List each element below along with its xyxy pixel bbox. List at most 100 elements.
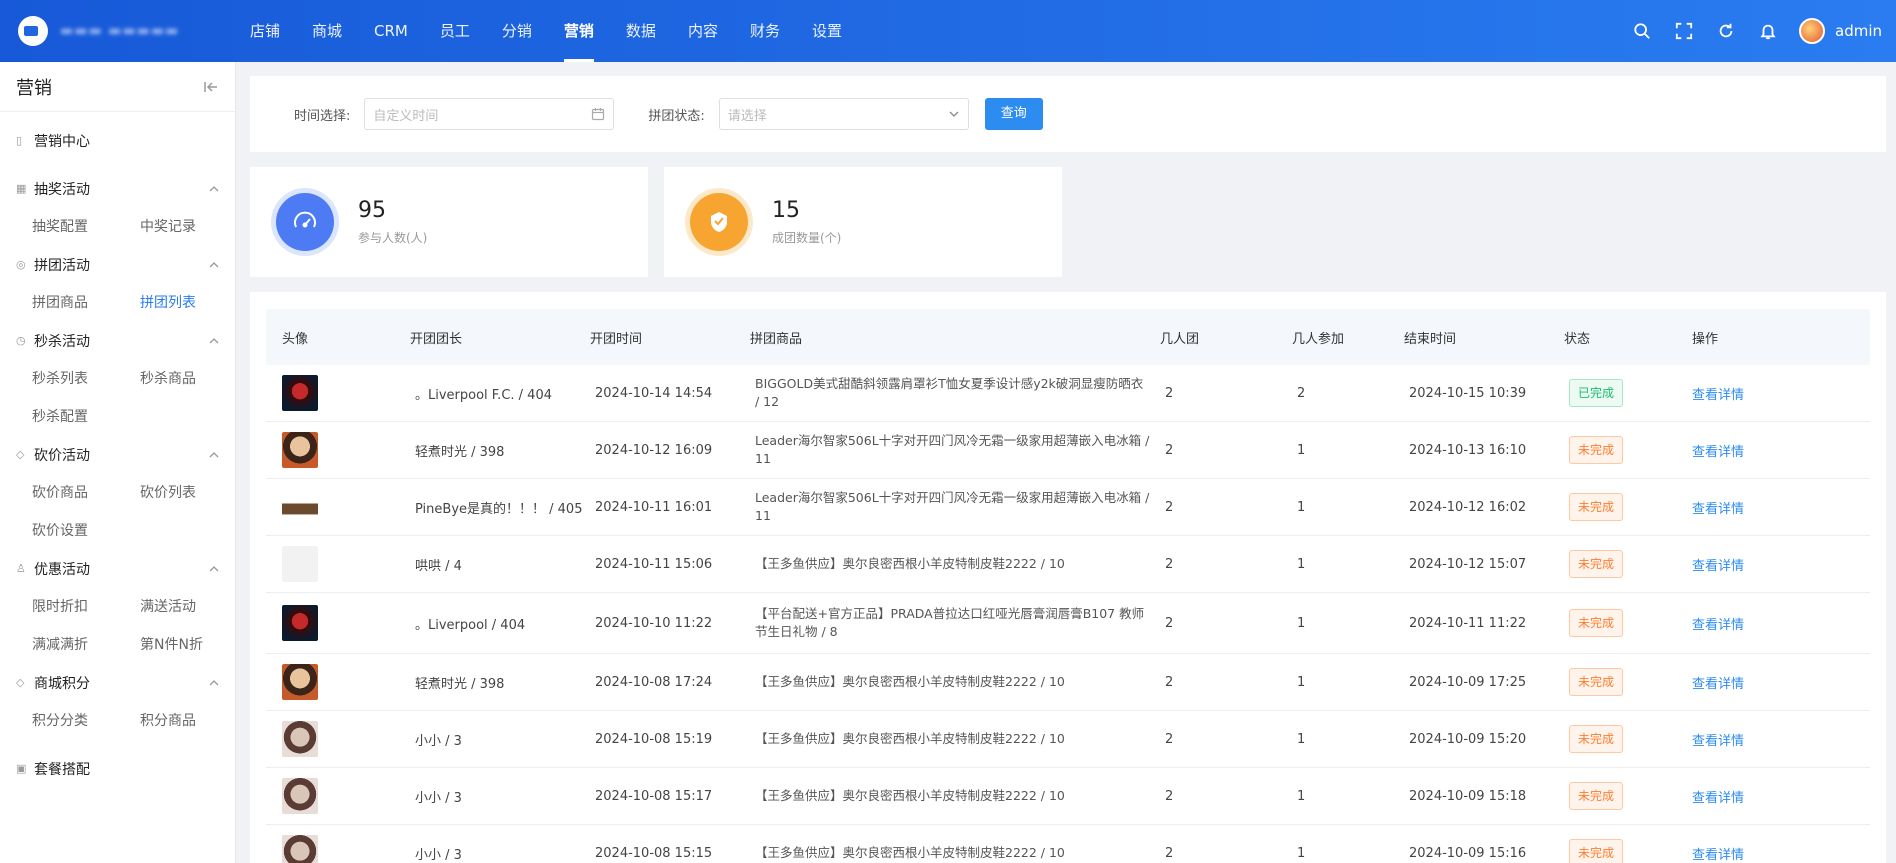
leader-cell: 小小 / 3 [415,790,462,806]
avatar [1799,18,1825,44]
collapse-sidebar-icon[interactable] [203,79,219,95]
status-select[interactable]: 请选择 [718,98,969,130]
sidebar-item-gift-activity[interactable]: 满送活动 [140,588,235,626]
nav-item-distribution[interactable]: 分销 [486,0,548,62]
chevron-up-icon [209,338,219,344]
product-cell: Leader海尔智家506L十字对开四门风冷无霜一级家用超薄嵌入电冰箱 / 11 [755,490,1150,523]
view-details-link[interactable]: 查看详情 [1692,559,1744,574]
leader-cell: 小小 / 3 [415,733,462,749]
sidebar-title: 营销 [16,77,52,99]
sidebar-group-points[interactable]: ◇ 商城积分 [16,664,219,702]
nav-item-mall[interactable]: 商城 [296,0,358,62]
nav-item-finance[interactable]: 财务 [734,0,796,62]
start-time-cell: 2024-10-11 16:01 [595,499,713,515]
column-header: 几人团 [1160,331,1200,347]
leader-cell: 轻煮时光 / 398 [415,676,505,692]
sidebar-item-lottery-config[interactable]: 抽奖配置 [32,208,140,246]
nav-item-store[interactable]: 店铺 [234,0,296,62]
sidebar-item-bargain-settings[interactable]: 砍价设置 [32,512,140,550]
sidebar-item-group-products[interactable]: 拼团商品 [32,284,140,322]
product-cell: 【王多鱼供应】奥尔良密西根小羊皮特制皮鞋2222 / 10 [755,845,1065,860]
leader-cell: 。Liverpool / 404 [415,617,526,633]
view-details-link[interactable]: 查看详情 [1692,445,1744,460]
nav-item-data[interactable]: 数据 [610,0,672,62]
column-header: 操作 [1692,331,1719,347]
sidebar-item-flash-products[interactable]: 秒杀商品 [140,360,235,398]
sidebar-item-flash-list[interactable]: 秒杀列表 [32,360,140,398]
view-details-link[interactable]: 查看详情 [1692,791,1744,806]
sidebar-group-flash-sale[interactable]: ◷ 秒杀活动 [16,322,219,360]
sidebar-item-marketing-center[interactable]: ▯ 营销中心 [16,122,219,160]
chevron-down-icon [949,111,959,117]
sidebar-item-full-reduction[interactable]: 满减满折 [32,626,140,664]
sidebar-item-package[interactable]: ▣ 套餐搭配 [16,750,219,788]
leader-cell: 轻煮时光 / 398 [415,444,505,460]
query-button[interactable]: 查询 [984,98,1043,130]
sidebar-group-lottery[interactable]: ▦ 抽奖活动 [16,170,219,208]
sidebar: 营销 ▯ 营销中心 ▦ 抽奖活动 抽奖配置 中奖记录 ◎ 拼团活动 拼团商品 拼… [0,62,236,863]
leader-avatar [282,605,318,641]
brand[interactable]: ▬▬▬ ▬▬▬▬▬ [0,16,230,46]
refresh-icon[interactable] [1705,0,1747,62]
sidebar-item-group-list[interactable]: 拼团列表 [140,284,235,322]
user-menu[interactable]: admin [1799,18,1882,44]
column-header: 开团团长 [410,331,463,347]
sidebar-item-winning-records[interactable]: 中奖记录 [140,208,235,246]
nav-item-crm[interactable]: CRM [358,0,424,62]
fullscreen-icon[interactable] [1663,0,1705,62]
top-tools: admin [1621,0,1896,62]
sidebar-item-nth-discount[interactable]: 第N件N折 [140,626,235,664]
sidebar-group-group-buy[interactable]: ◎ 拼团活动 [16,246,219,284]
product-cell: 【王多鱼供应】奥尔良密西根小羊皮特制皮鞋2222 / 10 [755,556,1065,571]
leader-cell: 小小 / 3 [415,847,462,863]
end-time-cell: 2024-10-09 15:16 [1409,845,1527,861]
sidebar-item-points-category[interactable]: 积分分类 [32,702,140,740]
sidebar-item-label: 套餐搭配 [34,762,90,778]
leader-avatar [282,778,318,814]
groups-count: 15 [772,198,800,223]
sidebar-item-points-products[interactable]: 积分商品 [140,702,235,740]
time-range-picker[interactable]: 自定义时间 [364,98,615,130]
nav-item-settings[interactable]: 设置 [796,0,858,62]
view-details-link[interactable]: 查看详情 [1692,677,1744,692]
sidebar-group-bargain[interactable]: ◇ 砍价活动 [16,436,219,474]
view-details-link[interactable]: 查看详情 [1692,618,1744,633]
product-cell: 【王多鱼供应】奥尔良密西根小羊皮特制皮鞋2222 / 10 [755,788,1065,803]
search-icon[interactable] [1621,0,1663,62]
leader-avatar [282,664,318,700]
status-badge: 未完成 [1569,668,1624,696]
bell-icon[interactable] [1747,0,1789,62]
nav-item-content[interactable]: 内容 [672,0,734,62]
table-row: 哄哄 / 4 2024-10-11 15:06 【王多鱼供应】奥尔良密西根小羊皮… [266,536,1870,593]
shield-icon [690,193,748,251]
participants-label: 参与人数(人) [358,231,428,245]
user-name: admin [1835,22,1882,40]
sidebar-item-limited-discount[interactable]: 限时折扣 [32,588,140,626]
status-badge: 未完成 [1569,839,1624,863]
sidebar-group-label: 抽奖活动 [34,182,90,198]
end-time-cell: 2024-10-13 16:10 [1409,442,1527,458]
sidebar-item-bargain-list[interactable]: 砍价列表 [140,474,235,512]
sidebar-item-flash-config[interactable]: 秒杀配置 [32,398,140,436]
view-details-link[interactable]: 查看详情 [1692,734,1744,749]
leader-cell: 。Liverpool F.C. / 404 [415,387,552,403]
leader-avatar [282,721,318,757]
nav-item-marketing[interactable]: 营销 [548,0,610,62]
chevron-up-icon [209,566,219,572]
status-label: 拼团状态: [648,108,705,124]
time-placeholder: 自定义时间 [373,108,439,124]
column-header: 头像 [282,331,309,347]
column-header: 几人参加 [1292,331,1345,347]
user-icon: ♙ [16,562,26,575]
start-time-cell: 2024-10-08 15:19 [595,731,713,747]
nav-item-staff[interactable]: 员工 [424,0,486,62]
status-badge: 未完成 [1569,725,1624,753]
group-size-cell: 2 [1165,845,1174,861]
filter-bar: 时间选择: 自定义时间 拼团状态: 请选择 查询 [250,76,1886,152]
end-time-cell: 2024-10-12 15:07 [1409,556,1527,572]
sidebar-group-discount[interactable]: ♙ 优惠活动 [16,550,219,588]
view-details-link[interactable]: 查看详情 [1692,502,1744,517]
view-details-link[interactable]: 查看详情 [1692,848,1744,863]
view-details-link[interactable]: 查看详情 [1692,388,1744,403]
sidebar-item-bargain-products[interactable]: 砍价商品 [32,474,140,512]
